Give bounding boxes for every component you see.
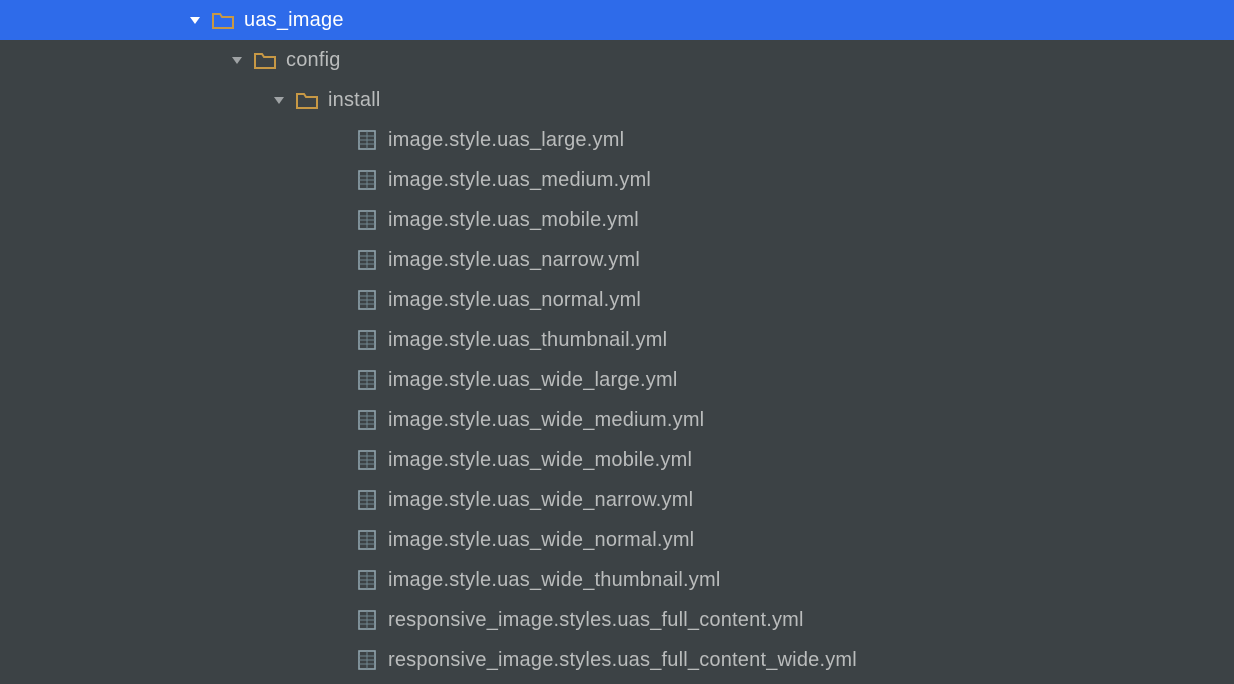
yml-file-icon	[356, 649, 378, 671]
folder-icon	[212, 9, 234, 31]
tree-item-label: image.style.uas_wide_mobile.yml	[388, 449, 692, 472]
indent	[0, 100, 270, 101]
tree-file-row[interactable]: image.style.uas_wide_medium.yml	[0, 400, 1234, 440]
tree-item-label: image.style.uas_medium.yml	[388, 169, 651, 192]
tree-file-row[interactable]: image.style.uas_wide_mobile.yml	[0, 440, 1234, 480]
indent	[0, 140, 356, 141]
chevron-down-icon[interactable]	[186, 11, 204, 29]
yml-file-icon	[356, 489, 378, 511]
indent	[0, 60, 228, 61]
yml-file-icon	[356, 529, 378, 551]
indent	[0, 340, 356, 341]
tree-item-label: image.style.uas_wide_narrow.yml	[388, 489, 693, 512]
yml-file-icon	[356, 209, 378, 231]
indent	[0, 460, 356, 461]
tree-item-label: image.style.uas_wide_large.yml	[388, 369, 677, 392]
tree-item-label: image.style.uas_normal.yml	[388, 289, 641, 312]
tree-folder-row[interactable]: config	[0, 40, 1234, 80]
tree-item-label: image.style.uas_mobile.yml	[388, 209, 639, 232]
tree-item-label: image.style.uas_thumbnail.yml	[388, 329, 667, 352]
yml-file-icon	[356, 249, 378, 271]
indent	[0, 500, 356, 501]
tree-file-row[interactable]: image.style.uas_thumbnail.yml	[0, 320, 1234, 360]
tree-item-label: image.style.uas_wide_medium.yml	[388, 409, 704, 432]
tree-file-row[interactable]: image.style.uas_wide_thumbnail.yml	[0, 560, 1234, 600]
tree-file-row[interactable]: image.style.uas_wide_narrow.yml	[0, 480, 1234, 520]
tree-folder-row[interactable]: install	[0, 80, 1234, 120]
tree-item-label: image.style.uas_wide_normal.yml	[388, 529, 694, 552]
tree-file-row[interactable]: image.style.uas_normal.yml	[0, 280, 1234, 320]
tree-file-row[interactable]: image.style.uas_narrow.yml	[0, 240, 1234, 280]
yml-file-icon	[356, 609, 378, 631]
tree-item-label: uas_image	[244, 9, 344, 32]
tree-item-label: responsive_image.styles.uas_full_content…	[388, 609, 804, 632]
tree-item-label: install	[328, 89, 381, 112]
tree-item-label: image.style.uas_narrow.yml	[388, 249, 640, 272]
folder-icon	[254, 49, 276, 71]
yml-file-icon	[356, 129, 378, 151]
yml-file-icon	[356, 449, 378, 471]
indent	[0, 620, 356, 621]
indent	[0, 660, 356, 661]
indent	[0, 20, 186, 21]
yml-file-icon	[356, 329, 378, 351]
chevron-down-icon[interactable]	[228, 51, 246, 69]
indent	[0, 220, 356, 221]
yml-file-icon	[356, 569, 378, 591]
indent	[0, 580, 356, 581]
indent	[0, 380, 356, 381]
folder-icon	[296, 89, 318, 111]
yml-file-icon	[356, 169, 378, 191]
tree-file-row[interactable]: responsive_image.styles.uas_full_content…	[0, 640, 1234, 680]
chevron-down-icon[interactable]	[270, 91, 288, 109]
tree-file-row[interactable]: image.style.uas_large.yml	[0, 120, 1234, 160]
file-tree: uas_image config install image.style	[0, 0, 1234, 684]
tree-file-row[interactable]: image.style.uas_wide_normal.yml	[0, 520, 1234, 560]
yml-file-icon	[356, 409, 378, 431]
indent	[0, 180, 356, 181]
tree-item-label: image.style.uas_large.yml	[388, 129, 624, 152]
tree-files-container: image.style.uas_large.yml image.style.ua…	[0, 120, 1234, 684]
tree-item-label: responsive_image.styles.uas_full_content…	[388, 649, 857, 672]
yml-file-icon	[356, 369, 378, 391]
indent	[0, 300, 356, 301]
tree-file-row[interactable]: responsive_image.styles.uas_full_content…	[0, 600, 1234, 640]
yml-file-icon	[356, 289, 378, 311]
tree-file-row[interactable]: image.style.uas_wide_large.yml	[0, 360, 1234, 400]
tree-file-row[interactable]: image.style.uas_mobile.yml	[0, 200, 1234, 240]
tree-file-row[interactable]: image.style.uas_medium.yml	[0, 160, 1234, 200]
indent	[0, 420, 356, 421]
indent	[0, 260, 356, 261]
tree-folder-row[interactable]: uas_image	[0, 0, 1234, 40]
tree-item-label: image.style.uas_wide_thumbnail.yml	[388, 569, 721, 592]
tree-item-label: config	[286, 49, 341, 72]
tree-file-row[interactable]: responsive_image.styles.uas_full_screen.…	[0, 680, 1234, 684]
indent	[0, 540, 356, 541]
